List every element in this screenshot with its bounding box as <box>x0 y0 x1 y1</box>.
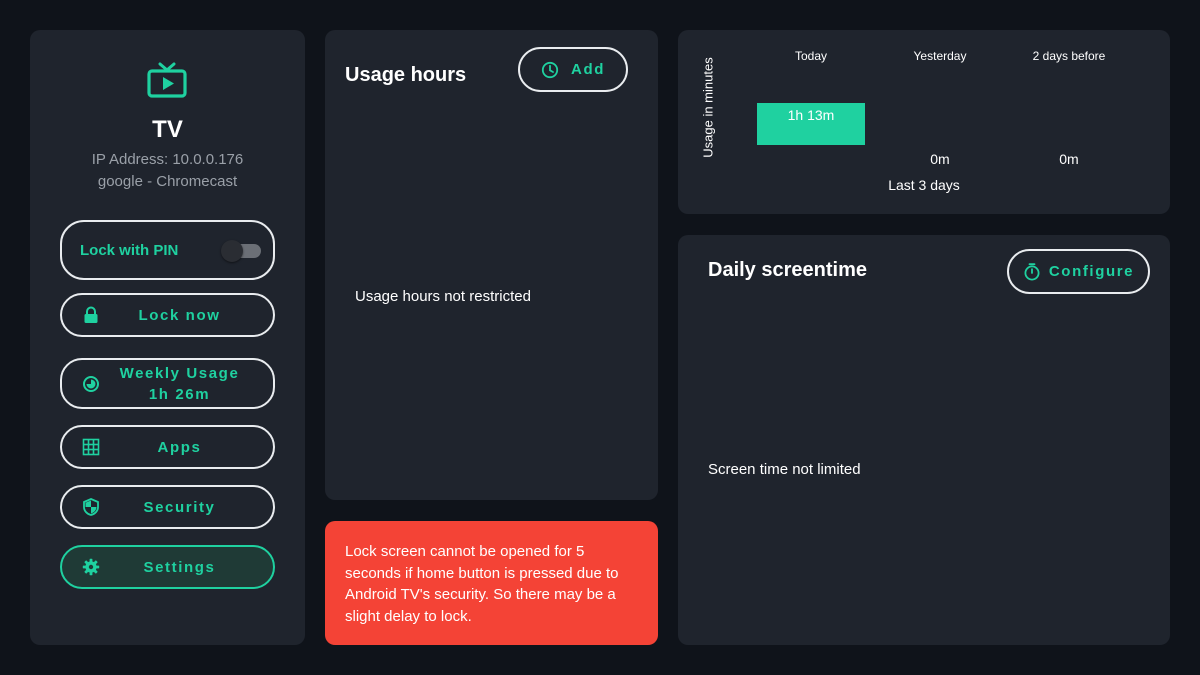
chart-value-label: 1h 13m <box>787 107 835 123</box>
configure-screentime-button[interactable]: Configure <box>1007 249 1150 294</box>
gear-icon <box>82 558 100 576</box>
screentime-empty-text: Screen time not limited <box>708 461 861 478</box>
weekly-usage-button[interactable]: Weekly Usage 1h 26m <box>60 358 275 409</box>
lock-delay-warning: Lock screen cannot be opened for 5 secon… <box>325 521 658 645</box>
usage-hours-empty-text: Usage hours not restricted <box>355 288 531 305</box>
daily-screentime-panel: Daily screentime Configure Screen time n… <box>678 235 1170 645</box>
settings-button[interactable]: Settings <box>60 545 275 589</box>
apps-button[interactable]: Apps <box>60 425 275 469</box>
chart-x-axis-label: Last 3 days <box>888 177 960 193</box>
chart-category-label: 2 days before <box>1032 49 1106 63</box>
usage-hours-panel: Usage hours Add Usage hours not restrict… <box>325 30 658 500</box>
pie-chart-icon <box>83 375 99 392</box>
device-model: google - Chromecast <box>97 173 238 190</box>
switch-thumb <box>221 240 243 262</box>
clock-icon <box>541 61 559 78</box>
lock-now-button[interactable]: Lock now <box>60 293 275 337</box>
grid-icon <box>82 438 100 456</box>
device-name: TV <box>152 116 183 143</box>
chart-category-label: Yesterday <box>913 49 967 63</box>
chart-value-label: 0m <box>930 151 950 167</box>
weekly-usage-value: 1h 26m <box>148 385 211 403</box>
lock-with-pin-row[interactable]: Lock with PIN <box>60 220 275 280</box>
tv-icon <box>147 62 187 98</box>
stopwatch-icon <box>1024 262 1040 280</box>
weekly-usage-label: Weekly Usage <box>119 364 240 382</box>
lock-icon <box>84 306 98 323</box>
usage-chart-panel: Usage in minutes Last 3 days Today 1h 13m… <box>678 30 1170 214</box>
chart-category-label: Today <box>794 49 828 63</box>
device-panel: TV IP Address: 10.0.0.176 google - Chrom… <box>30 30 305 645</box>
device-ip-address: IP Address: 10.0.0.176 <box>91 151 244 168</box>
add-usage-hours-button[interactable]: Add <box>518 47 628 92</box>
usage-hours-title: Usage hours <box>345 64 467 86</box>
security-button[interactable]: Security <box>60 485 275 529</box>
add-label: Add <box>571 61 605 78</box>
lock-with-pin-switch[interactable] <box>221 240 261 262</box>
chart-y-axis-label: Usage in minutes <box>700 57 716 158</box>
daily-screentime-title: Daily screentime <box>708 259 867 281</box>
shield-icon <box>83 498 99 516</box>
chart-value-label: 0m <box>1059 151 1079 167</box>
configure-label: Configure <box>1048 263 1135 280</box>
